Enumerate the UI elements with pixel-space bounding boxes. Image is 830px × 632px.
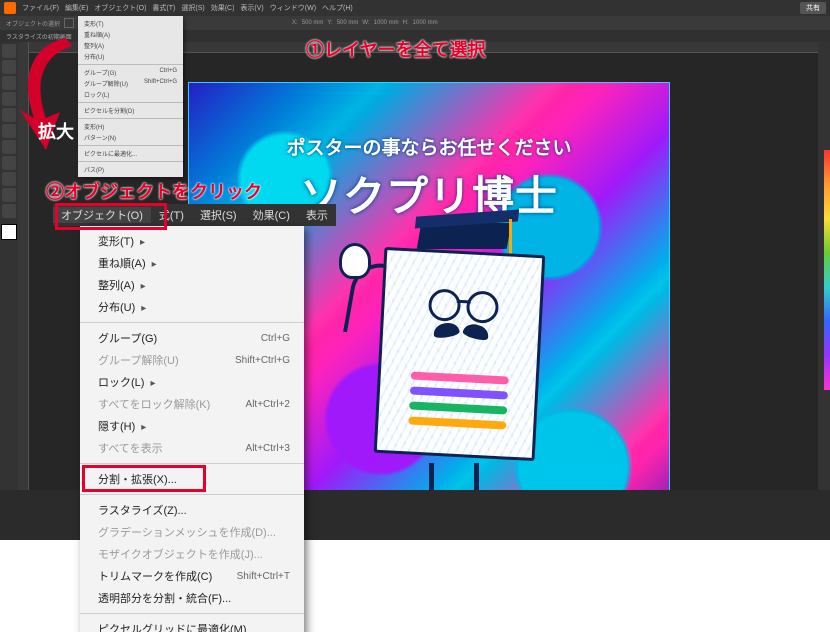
mascot-stripes bbox=[408, 371, 509, 429]
stripe-2 bbox=[410, 386, 508, 399]
menu-help[interactable]: ヘルプ(H) bbox=[322, 3, 353, 13]
menu-item: モザイクオブジェクトを作成(J)... bbox=[80, 543, 304, 565]
menu-item-rasterize[interactable]: ラスタライズ(Z)... bbox=[80, 499, 304, 521]
menu-window[interactable]: ウィンドウ(W) bbox=[270, 3, 316, 13]
menu-item[interactable]: 重ね順(A) bbox=[80, 252, 304, 274]
menu-item[interactable]: ロック(L) bbox=[80, 371, 304, 393]
submenu-item[interactable]: 重ね順(A) bbox=[78, 29, 183, 40]
menu-edit[interactable]: 編集(E) bbox=[65, 3, 88, 13]
menu-view[interactable]: 表示(V) bbox=[240, 3, 263, 13]
illustrator-window: ファイル(F) 編集(E) オブジェクト(O) 書式(T) 選択(S) 効果(C… bbox=[0, 0, 830, 540]
menu-item: すべてを表示Alt+Ctrl+3 bbox=[80, 437, 304, 459]
highlight-box-rasterize bbox=[82, 465, 206, 492]
w-label: W: bbox=[362, 20, 369, 26]
menu-type[interactable]: 書式(T) bbox=[152, 3, 175, 13]
submenu-item[interactable]: ピクセルに最適化... bbox=[78, 148, 183, 159]
share-button[interactable]: 共有 bbox=[800, 2, 826, 14]
y-value[interactable]: 500 mm bbox=[337, 20, 359, 26]
mascot-illustration bbox=[309, 223, 549, 490]
menu-object[interactable]: オブジェクト(O) bbox=[94, 3, 146, 13]
swatch-strip[interactable] bbox=[824, 150, 830, 390]
submenu-item[interactable]: 変形(H) bbox=[78, 121, 183, 132]
w-value[interactable]: 1000 mm bbox=[374, 20, 399, 26]
zoom-label: 拡大 bbox=[38, 118, 74, 144]
home-icon[interactable] bbox=[4, 2, 16, 14]
stripe-1 bbox=[411, 371, 509, 384]
h-value[interactable]: 1000 mm bbox=[413, 20, 438, 26]
submenu-item[interactable]: パス(P) bbox=[78, 164, 183, 175]
stripe-3 bbox=[409, 401, 507, 414]
submenu-item[interactable]: 分布(U) bbox=[78, 51, 183, 62]
x-label: X: bbox=[292, 20, 298, 26]
submenu-item[interactable]: グループ(G)Ctrl+G bbox=[78, 67, 183, 78]
menu-item[interactable]: トリムマークを作成(C)Shift+Ctrl+T bbox=[80, 565, 304, 587]
enlarged-menu-view[interactable]: 表示 bbox=[298, 207, 336, 223]
submenu-item[interactable]: グループ解除(U)Shift+Ctrl+G bbox=[78, 78, 183, 89]
menu-file[interactable]: ファイル(F) bbox=[22, 3, 59, 13]
menu-bar: ファイル(F) 編集(E) オブジェクト(O) 書式(T) 選択(S) 効果(C… bbox=[0, 0, 830, 16]
enlarged-menu-effect[interactable]: 効果(C) bbox=[245, 207, 298, 223]
stripe-4 bbox=[408, 416, 506, 429]
fill-stroke-icon[interactable] bbox=[1, 224, 17, 240]
submenu-item[interactable]: 変形(T) bbox=[78, 18, 183, 29]
object-submenu-small[interactable]: 変形(T)重ね順(A)整列(A)分布(U) グループ(G)Ctrl+Gグループ解除… bbox=[78, 16, 183, 177]
highlight-box-object bbox=[55, 203, 167, 230]
eyedrop-tool-icon[interactable] bbox=[2, 204, 16, 218]
annotation-1: ①レイヤーを全て選択 bbox=[306, 36, 485, 62]
menu-item[interactable]: ピクセルグリッドに最適化(M) bbox=[80, 618, 304, 632]
annotation-2: ②オブジェクトをクリック bbox=[46, 178, 262, 204]
submenu-item[interactable]: ピクセルを分割(D) bbox=[78, 105, 183, 116]
menu-item[interactable]: 透明部分を分割・統合(F)... bbox=[80, 587, 304, 609]
menu-item[interactable]: 変形(T) bbox=[80, 230, 304, 252]
menu-item[interactable]: グループ(G)Ctrl+G bbox=[80, 327, 304, 349]
submenu-item[interactable]: 整列(A) bbox=[78, 40, 183, 51]
y-label: Y: bbox=[327, 20, 332, 26]
artwork-heading-1: ポスターの事ならお任せください bbox=[189, 133, 669, 160]
object-dropdown[interactable]: 変形(T)重ね順(A)整列(A)分布(U) グループ(G)Ctrl+Gグループ解除… bbox=[80, 226, 304, 632]
menu-effect[interactable]: 効果(C) bbox=[211, 3, 235, 13]
gradient-tool-icon[interactable] bbox=[2, 188, 16, 202]
x-value[interactable]: 500 mm bbox=[302, 20, 324, 26]
rotate-tool-icon[interactable] bbox=[2, 156, 16, 170]
fill-swatch-icon[interactable] bbox=[64, 18, 74, 28]
enlarged-menu-select[interactable]: 選択(S) bbox=[192, 207, 245, 223]
submenu-item[interactable]: パターン(N) bbox=[78, 132, 183, 143]
h-label: H: bbox=[403, 20, 409, 26]
control-label: オブジェクトの選択 bbox=[6, 19, 60, 28]
menu-item: グラデーションメッシュを作成(D)... bbox=[80, 521, 304, 543]
menu-item[interactable]: 分布(U) bbox=[80, 296, 304, 318]
menu-item[interactable]: 整列(A) bbox=[80, 274, 304, 296]
menu-item: グループ解除(U)Shift+Ctrl+G bbox=[80, 349, 304, 371]
scale-tool-icon[interactable] bbox=[2, 172, 16, 186]
menu-item: すべてをロック解除(K)Alt+Ctrl+2 bbox=[80, 393, 304, 415]
menu-item[interactable]: 隠す(H) bbox=[80, 415, 304, 437]
submenu-item[interactable]: ロック(L) bbox=[78, 89, 183, 100]
menu-select[interactable]: 選択(S) bbox=[181, 3, 204, 13]
